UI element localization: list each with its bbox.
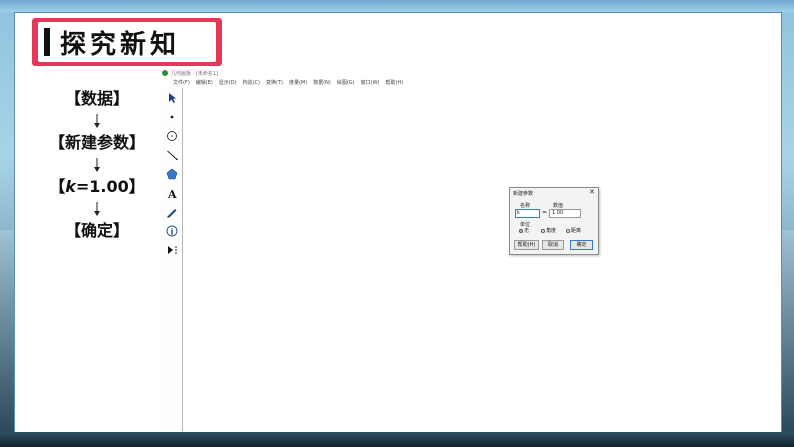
menu-graph[interactable]: 绘图(G) — [337, 79, 355, 86]
step-k-value: 【k=1.00】 — [49, 176, 145, 198]
close-icon[interactable]: ✕ — [589, 188, 595, 196]
selection-arrow-icon[interactable] — [165, 91, 179, 105]
point-icon[interactable] — [165, 110, 179, 124]
text-icon[interactable]: A — [165, 186, 179, 200]
down-arrow-icon — [93, 110, 101, 132]
polygon-icon[interactable] — [165, 167, 179, 181]
app-window-title: 几何画板 - [未命名1] — [171, 70, 219, 77]
menu-help[interactable]: 帮助(H) — [386, 79, 404, 86]
radio-icon — [541, 228, 545, 233]
geometry-app-window: 几何画板 - [未命名1] 文件(F) 编辑(E) 显示(D) 构造(C) 变换… — [160, 68, 780, 432]
ok-button[interactable]: 确定 — [570, 240, 593, 250]
unit-none-label: 无 — [524, 228, 530, 234]
value-input[interactable]: 1.00 — [549, 209, 581, 218]
value-label: 数值 — [553, 203, 564, 209]
background-sky-top — [0, 0, 794, 12]
title-bar-marker — [44, 28, 50, 56]
unit-radio-none[interactable]: 无 — [519, 227, 529, 234]
information-icon[interactable]: i — [165, 224, 179, 238]
menu-edit[interactable]: 编辑(E) — [196, 79, 213, 86]
menu-construct[interactable]: 构造(C) — [243, 79, 260, 86]
section-title-box: 探究新知 — [38, 22, 216, 62]
down-arrow-icon — [93, 198, 101, 220]
unit-radio-angle[interactable]: 角度 — [541, 227, 556, 234]
unit-angle-label: 角度 — [546, 228, 557, 234]
drawing-canvas[interactable] — [184, 88, 778, 431]
background-sea-bottom — [0, 432, 794, 447]
name-input[interactable]: k — [515, 209, 540, 218]
name-label: 名称 — [520, 203, 531, 209]
menu-transform[interactable]: 变换(T) — [266, 79, 283, 86]
marker-icon[interactable] — [165, 205, 179, 219]
step-confirm: 【确定】 — [64, 221, 129, 240]
straightedge-icon[interactable] — [165, 148, 179, 162]
equals-sign: = — [542, 209, 548, 216]
svg-text:i: i — [171, 227, 174, 237]
step-k-symbol: k — [65, 177, 76, 196]
cancel-button[interactable]: 取消 — [542, 240, 564, 250]
menu-file[interactable]: 文件(F) — [173, 79, 190, 86]
custom-tool-icon[interactable] — [165, 243, 179, 257]
step-new-parameter: 【新建参数】 — [48, 133, 145, 152]
new-parameter-dialog: 新建参数 ✕ 名称 数值 k = 1.00 单位 无 角度 距离 帮助(H) 取… — [509, 187, 599, 255]
menu-display[interactable]: 显示(D) — [219, 79, 237, 86]
compass-icon[interactable] — [165, 129, 179, 143]
radio-selected-icon — [519, 228, 523, 233]
radio-icon — [566, 228, 570, 233]
section-title: 探究新知 — [60, 29, 181, 60]
step-data: 【数据】 — [64, 89, 129, 108]
app-logo-icon — [162, 70, 168, 76]
menu-window[interactable]: 窗口(W) — [361, 79, 380, 86]
down-arrow-icon — [93, 154, 101, 176]
toolbox: A i — [162, 88, 183, 431]
menu-measure[interactable]: 度量(M) — [289, 79, 307, 86]
app-titlebar: 几何画板 - [未命名1] — [160, 68, 780, 78]
step-k-rest: =1.00】 — [75, 177, 145, 196]
svg-text:A: A — [167, 188, 177, 199]
steps-list: 【数据】 【新建参数】 【k=1.00】 【确定】 — [30, 88, 164, 242]
background-sea-right — [780, 230, 794, 432]
app-menubar: 文件(F) 编辑(E) 显示(D) 构造(C) 变换(T) 度量(M) 数据(N… — [160, 78, 780, 87]
dialog-title: 新建参数 — [513, 191, 534, 197]
menu-number[interactable]: 数据(N) — [313, 79, 331, 86]
help-button[interactable]: 帮助(H) — [514, 240, 539, 250]
unit-radio-distance[interactable]: 距离 — [566, 227, 581, 234]
unit-distance-label: 距离 — [571, 228, 582, 234]
background-sea-left — [0, 230, 14, 432]
step-k-open: 【 — [49, 177, 66, 196]
